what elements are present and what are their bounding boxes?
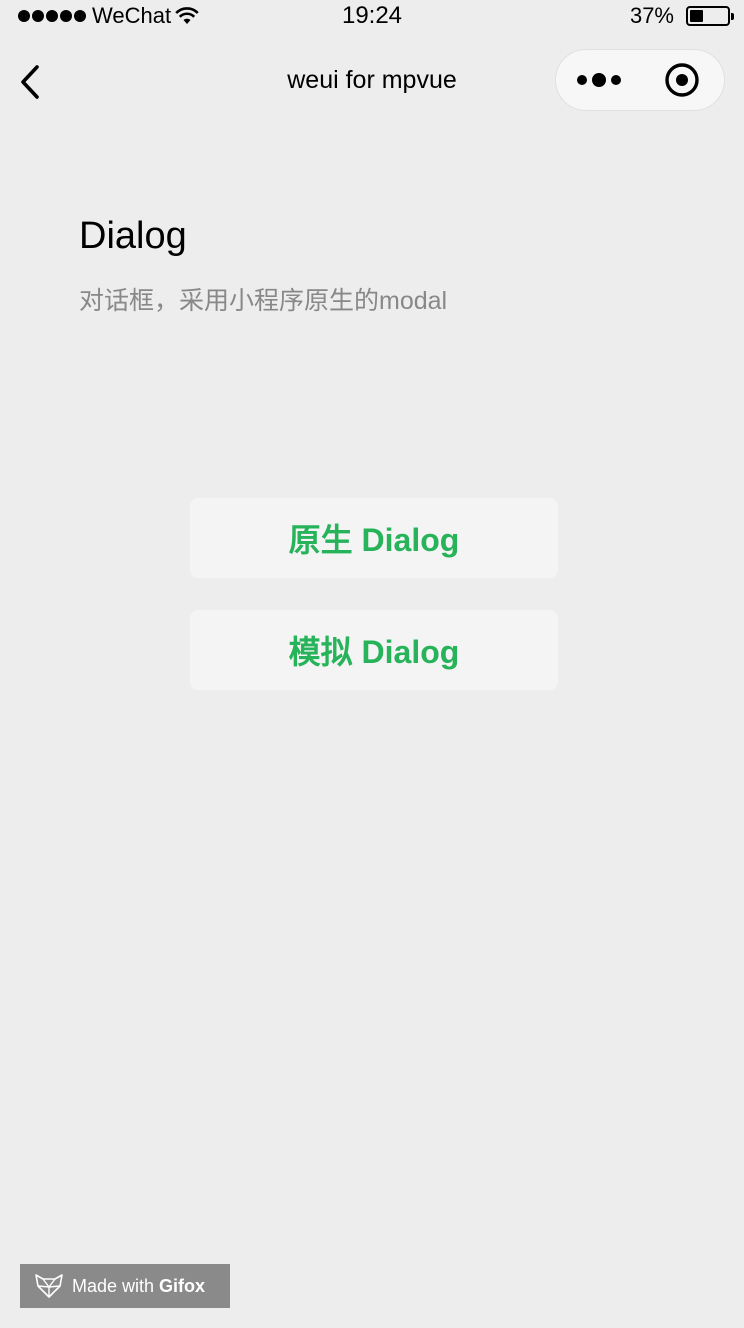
mock-dialog-button[interactable]: 模拟 Dialog (190, 610, 558, 690)
gifox-watermark: Made with Gifox (20, 1264, 230, 1308)
watermark-brand: Gifox (159, 1275, 206, 1296)
target-circle-icon (664, 63, 699, 97)
fox-logo-icon (35, 1274, 63, 1298)
battery-icon (686, 6, 734, 26)
nav-bar: weui for mpvue (0, 40, 744, 124)
native-dialog-label: 原生 Dialog (288, 522, 460, 558)
page-description: 对话框，采用小程序原生的modal (79, 287, 448, 315)
watermark-text: Made with (72, 1275, 155, 1296)
page-title: Dialog (79, 215, 187, 257)
close-miniprogram-button[interactable] (639, 50, 724, 110)
status-right: 37% (629, 3, 734, 28)
native-dialog-button[interactable]: 原生 Dialog (190, 498, 558, 578)
capsule-menu (555, 49, 725, 111)
more-dots-icon (576, 73, 621, 87)
battery-percent: 37% (629, 3, 674, 28)
mock-dialog-label: 模拟 Dialog (288, 634, 460, 670)
status-bar: WeChat 19:24 37% (0, 0, 744, 36)
more-button[interactable] (556, 50, 641, 110)
